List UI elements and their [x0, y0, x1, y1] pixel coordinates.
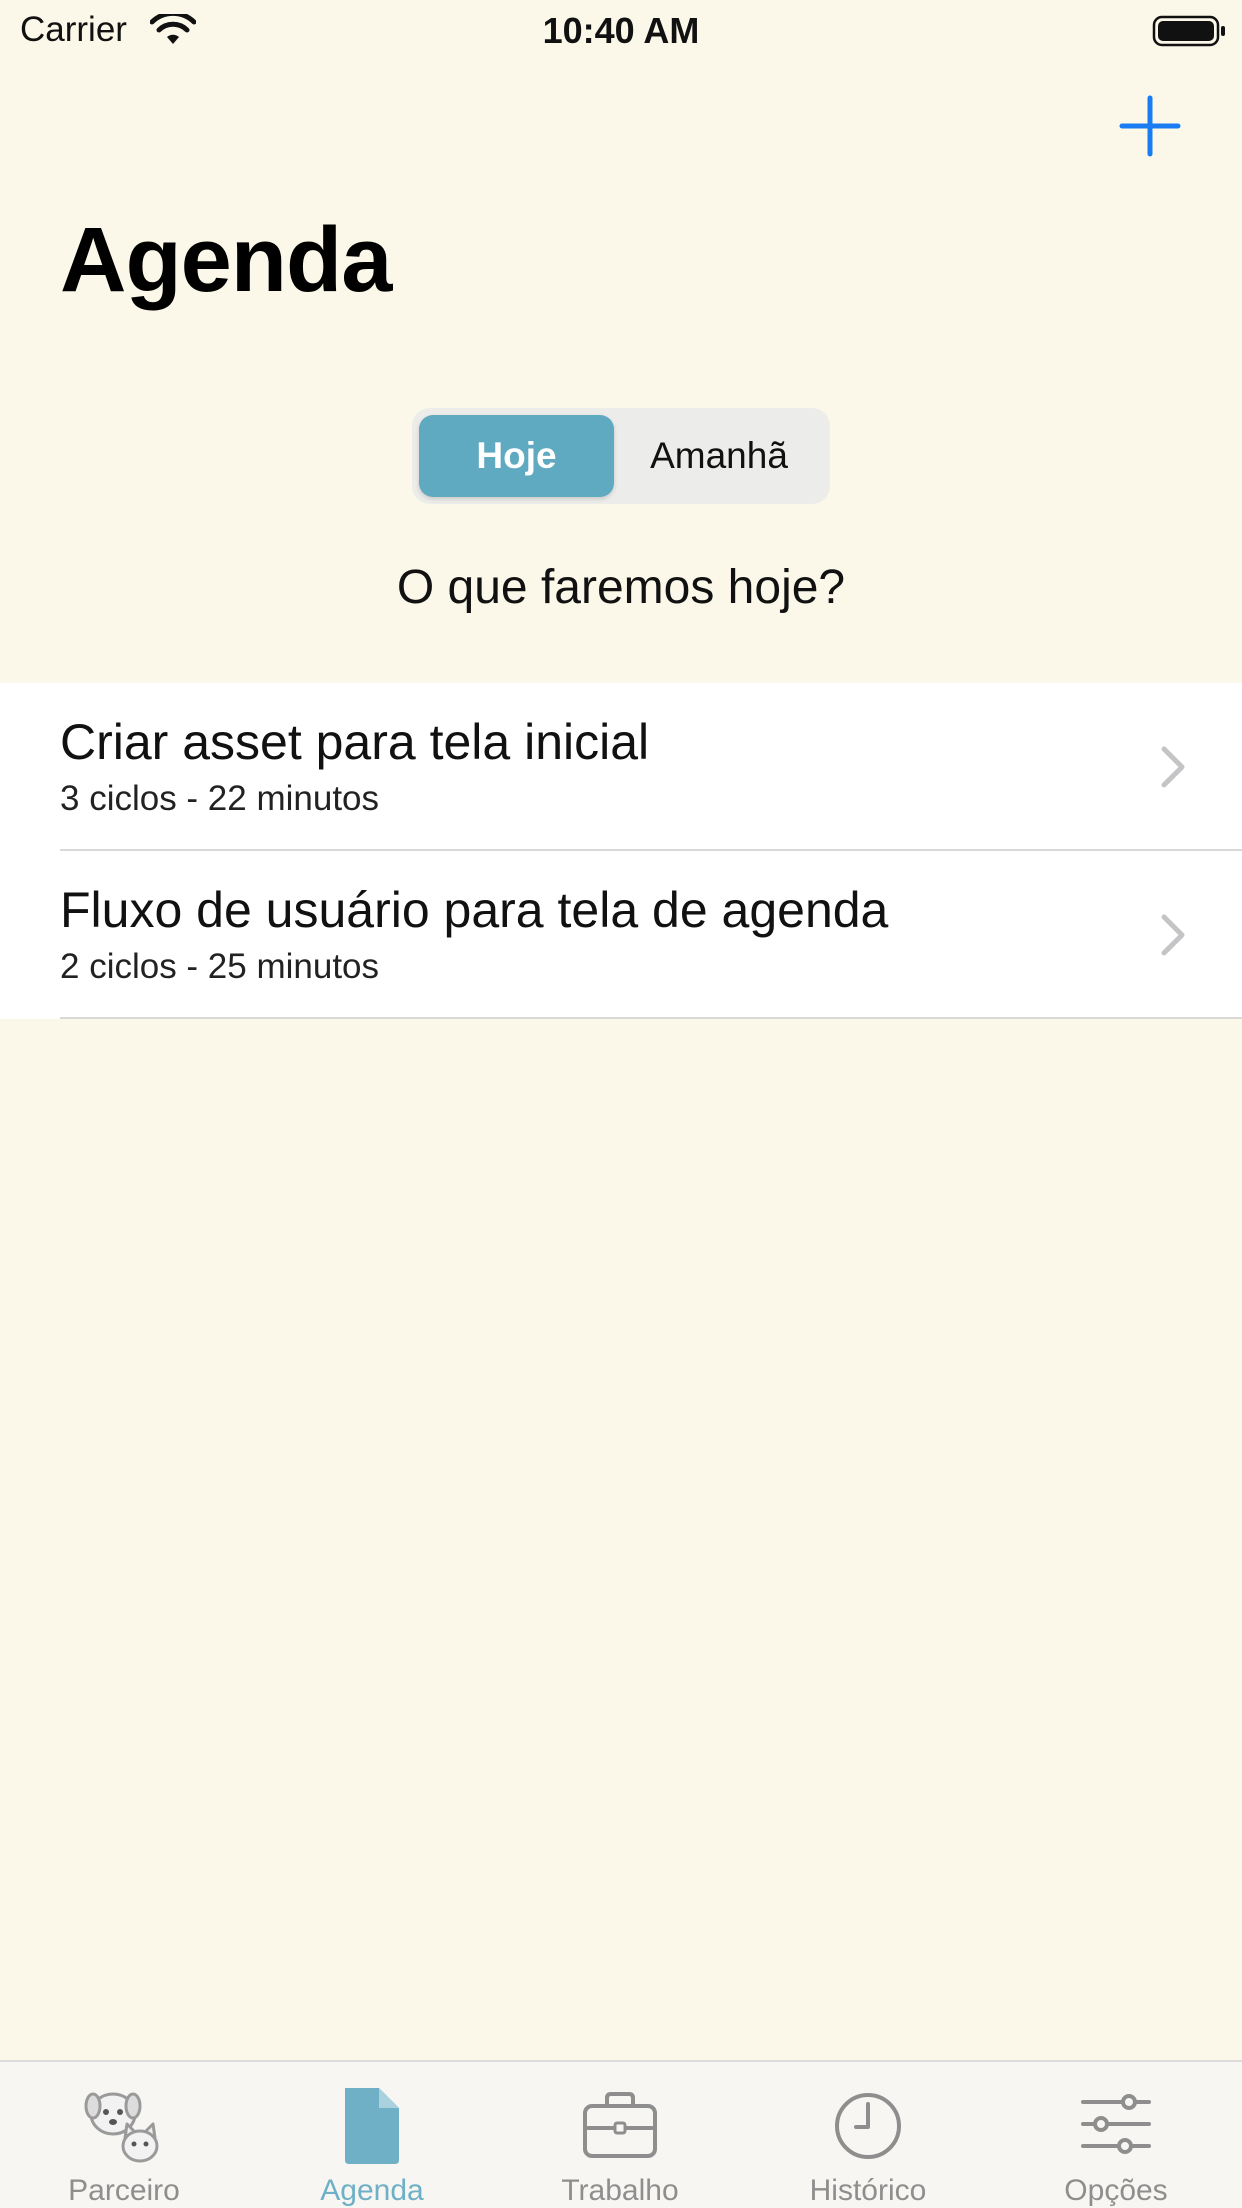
task-row[interactable]: Criar asset para tela inicial 3 ciclos -… [0, 683, 1242, 851]
segment-tomorrow[interactable]: Amanhã [614, 415, 824, 497]
tab-label: Trabalho [561, 2174, 679, 2207]
tab-parceiro[interactable]: Parceiro [24, 2062, 224, 2208]
tab-label: Parceiro [68, 2174, 180, 2207]
task-row[interactable]: Fluxo de usuário para tela de agenda 2 c… [0, 851, 1242, 1019]
pets-icon [84, 2092, 159, 2163]
tab-opcoes[interactable]: Opções [1016, 2062, 1216, 2208]
tab-agenda[interactable]: Agenda [272, 2062, 472, 2208]
tab-trabalho[interactable]: Trabalho [520, 2062, 720, 2208]
sliders-icon [1081, 2094, 1151, 2154]
segment-today[interactable]: Hoje [419, 415, 614, 497]
briefcase-icon [583, 2092, 657, 2158]
tab-label: Histórico [809, 2174, 927, 2207]
day-segmented-control: Hoje Amanhã [412, 408, 830, 504]
status-time: 10:40 AM [542, 10, 700, 51]
tab-label: Opções [1064, 2174, 1168, 2207]
task-subtitle: 3 ciclos - 22 minutos [60, 779, 380, 818]
task-list: Criar asset para tela inicial 3 ciclos -… [0, 683, 1242, 1019]
task-title: Fluxo de usuário para tela de agenda [60, 882, 889, 938]
clock-icon [835, 2093, 901, 2159]
agenda-prompt: O que faremos hoje? [396, 561, 846, 614]
page-title: Agenda [60, 209, 392, 311]
tab-label: Agenda [320, 2174, 424, 2207]
plus-icon[interactable] [1118, 94, 1182, 158]
battery-icon [1152, 15, 1225, 47]
screen: Carrier 10:40 AM Agenda Hoje Amanhã O qu… [0, 0, 1242, 2208]
task-title: Criar asset para tela inicial [60, 714, 650, 770]
task-subtitle: 2 ciclos - 25 minutos [60, 947, 380, 986]
status-bar: Carrier 10:40 AM [0, 0, 1242, 62]
tab-bar: Parceiro Agenda Trabalho Histórico Opçõe… [0, 2060, 1242, 2208]
row-separator [60, 1017, 1242, 1019]
tab-historico[interactable]: Histórico [768, 2062, 968, 2208]
chevron-right-icon [1161, 914, 1185, 956]
document-icon [345, 2088, 399, 2164]
chevron-right-icon [1161, 746, 1185, 788]
